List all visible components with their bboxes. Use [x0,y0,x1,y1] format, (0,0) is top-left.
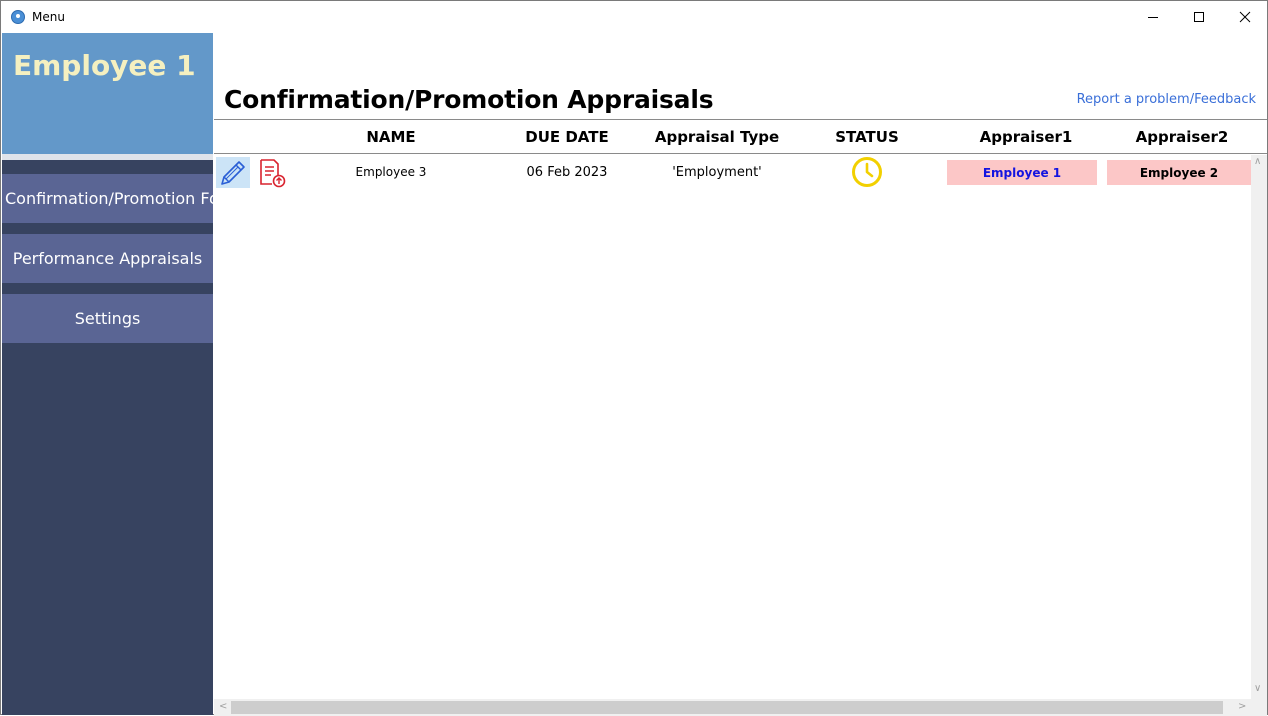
window-title: Menu [32,10,65,24]
close-icon [1239,11,1251,23]
view-document-button[interactable] [256,157,288,188]
table-row: Employee 3 06 Feb 2023 'Employment' Empl… [214,155,1251,189]
row-due-date: 06 Feb 2023 [526,164,608,180]
row-name: Employee 3 [355,165,427,179]
scroll-left-icon[interactable]: < [219,701,227,712]
table-header: NAME DUE DATE Appraisal Type STATUS Appr… [214,120,1267,154]
feedback-link[interactable]: Report a problem/Feedback [1077,92,1256,107]
sidebar: Employee 1 Confirmation/Promotion Form P… [2,33,213,715]
sidebar-item-performance-appraisals[interactable]: Performance Appraisals [2,234,213,283]
app-logo-icon [11,10,25,24]
scroll-down-icon[interactable]: ∨ [1254,683,1261,694]
row-status [817,155,917,189]
edit-button[interactable] [216,157,250,188]
appraiser1-badge[interactable]: Employee 1 [947,160,1097,185]
scroll-up-icon[interactable]: ∧ [1254,156,1261,167]
pencil-icon [221,160,245,185]
sidebar-divider [2,154,213,160]
column-header-appraiser2[interactable]: Appraiser2 [1112,120,1252,154]
sidebar-item-confirmation-promotion-form[interactable]: Confirmation/Promotion Form [2,174,213,223]
sidebar-item-settings[interactable]: Settings [2,294,213,343]
column-header-name[interactable]: NAME [341,120,441,154]
clock-icon [852,157,882,187]
column-header-appraisal-type[interactable]: Appraisal Type [647,120,787,154]
scroll-right-icon[interactable]: > [1238,701,1246,712]
row-appraisal-type: 'Employment' [672,164,762,180]
horizontal-scroll-thumb[interactable] [231,701,1223,714]
column-header-due-date[interactable]: DUE DATE [507,120,627,154]
app-window: Menu Employee 1 Confirmation/Promotion F… [0,0,1268,716]
vertical-scrollbar[interactable]: ∧ ∨ [1251,155,1267,699]
page-title: Confirmation/Promotion Appraisals [224,85,714,114]
user-banner: Employee 1 [2,33,213,154]
horizontal-scrollbar[interactable]: < > [214,699,1251,716]
appraiser2-badge[interactable]: Employee 2 [1107,160,1251,185]
document-icon [260,158,286,187]
minimize-icon [1148,17,1158,18]
close-button[interactable] [1222,1,1268,33]
title-bar[interactable]: Menu [1,1,1267,33]
column-header-appraiser1[interactable]: Appraiser1 [956,120,1096,154]
minimize-button[interactable] [1130,1,1176,33]
maximize-button[interactable] [1176,1,1222,33]
user-name: Employee 1 [13,49,196,82]
appraisals-table: NAME DUE DATE Appraisal Type STATUS Appr… [214,119,1267,716]
column-header-status[interactable]: STATUS [817,120,917,154]
maximize-icon [1194,12,1204,22]
scrollbar-corner [1251,699,1267,716]
